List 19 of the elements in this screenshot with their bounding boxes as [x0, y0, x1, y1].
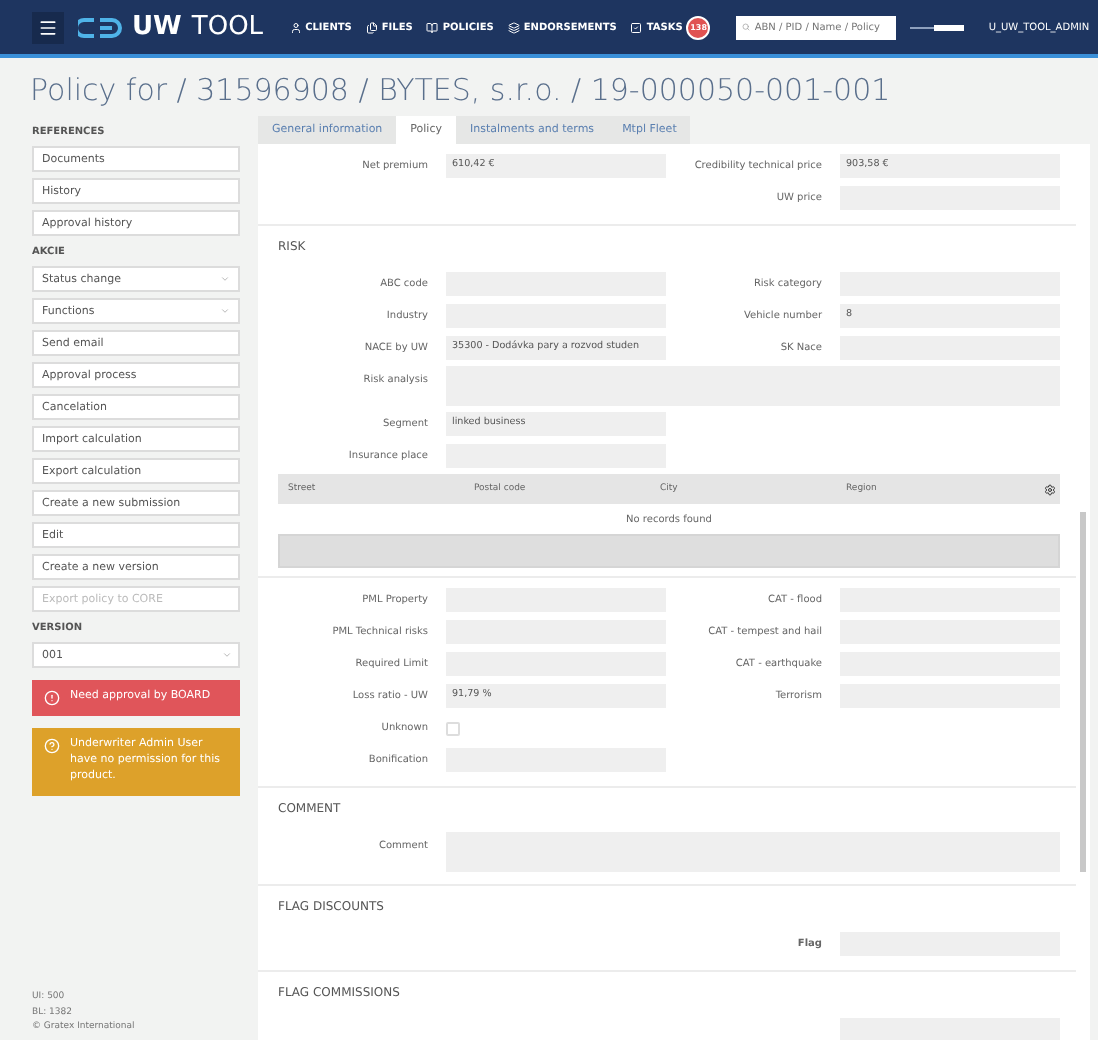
- brand-name: UW: [132, 12, 182, 42]
- menu-button[interactable]: [32, 11, 64, 43]
- caret-icon: [220, 306, 230, 316]
- user-icon: [289, 21, 302, 33]
- caret-icon: [222, 650, 232, 660]
- search-icon: [742, 22, 751, 32]
- menu-icon: [38, 17, 58, 37]
- settings-icon[interactable]: [1044, 483, 1056, 495]
- help-icon: [44, 738, 60, 754]
- brand-name: TOOL: [191, 12, 264, 42]
- checkbox[interactable]: [446, 721, 460, 735]
- book-icon: [426, 21, 439, 33]
- checkbox-icon: [630, 21, 643, 33]
- page-title: Policy for / 31596908 / BYTES, s.r.o. / 19-000050-001-001: [28, 70, 893, 112]
- logo-icon: [78, 17, 122, 37]
- caret-icon: [220, 274, 230, 284]
- files-icon: [365, 21, 378, 33]
- alert-icon: [44, 690, 60, 706]
- layers-icon: [507, 21, 520, 33]
